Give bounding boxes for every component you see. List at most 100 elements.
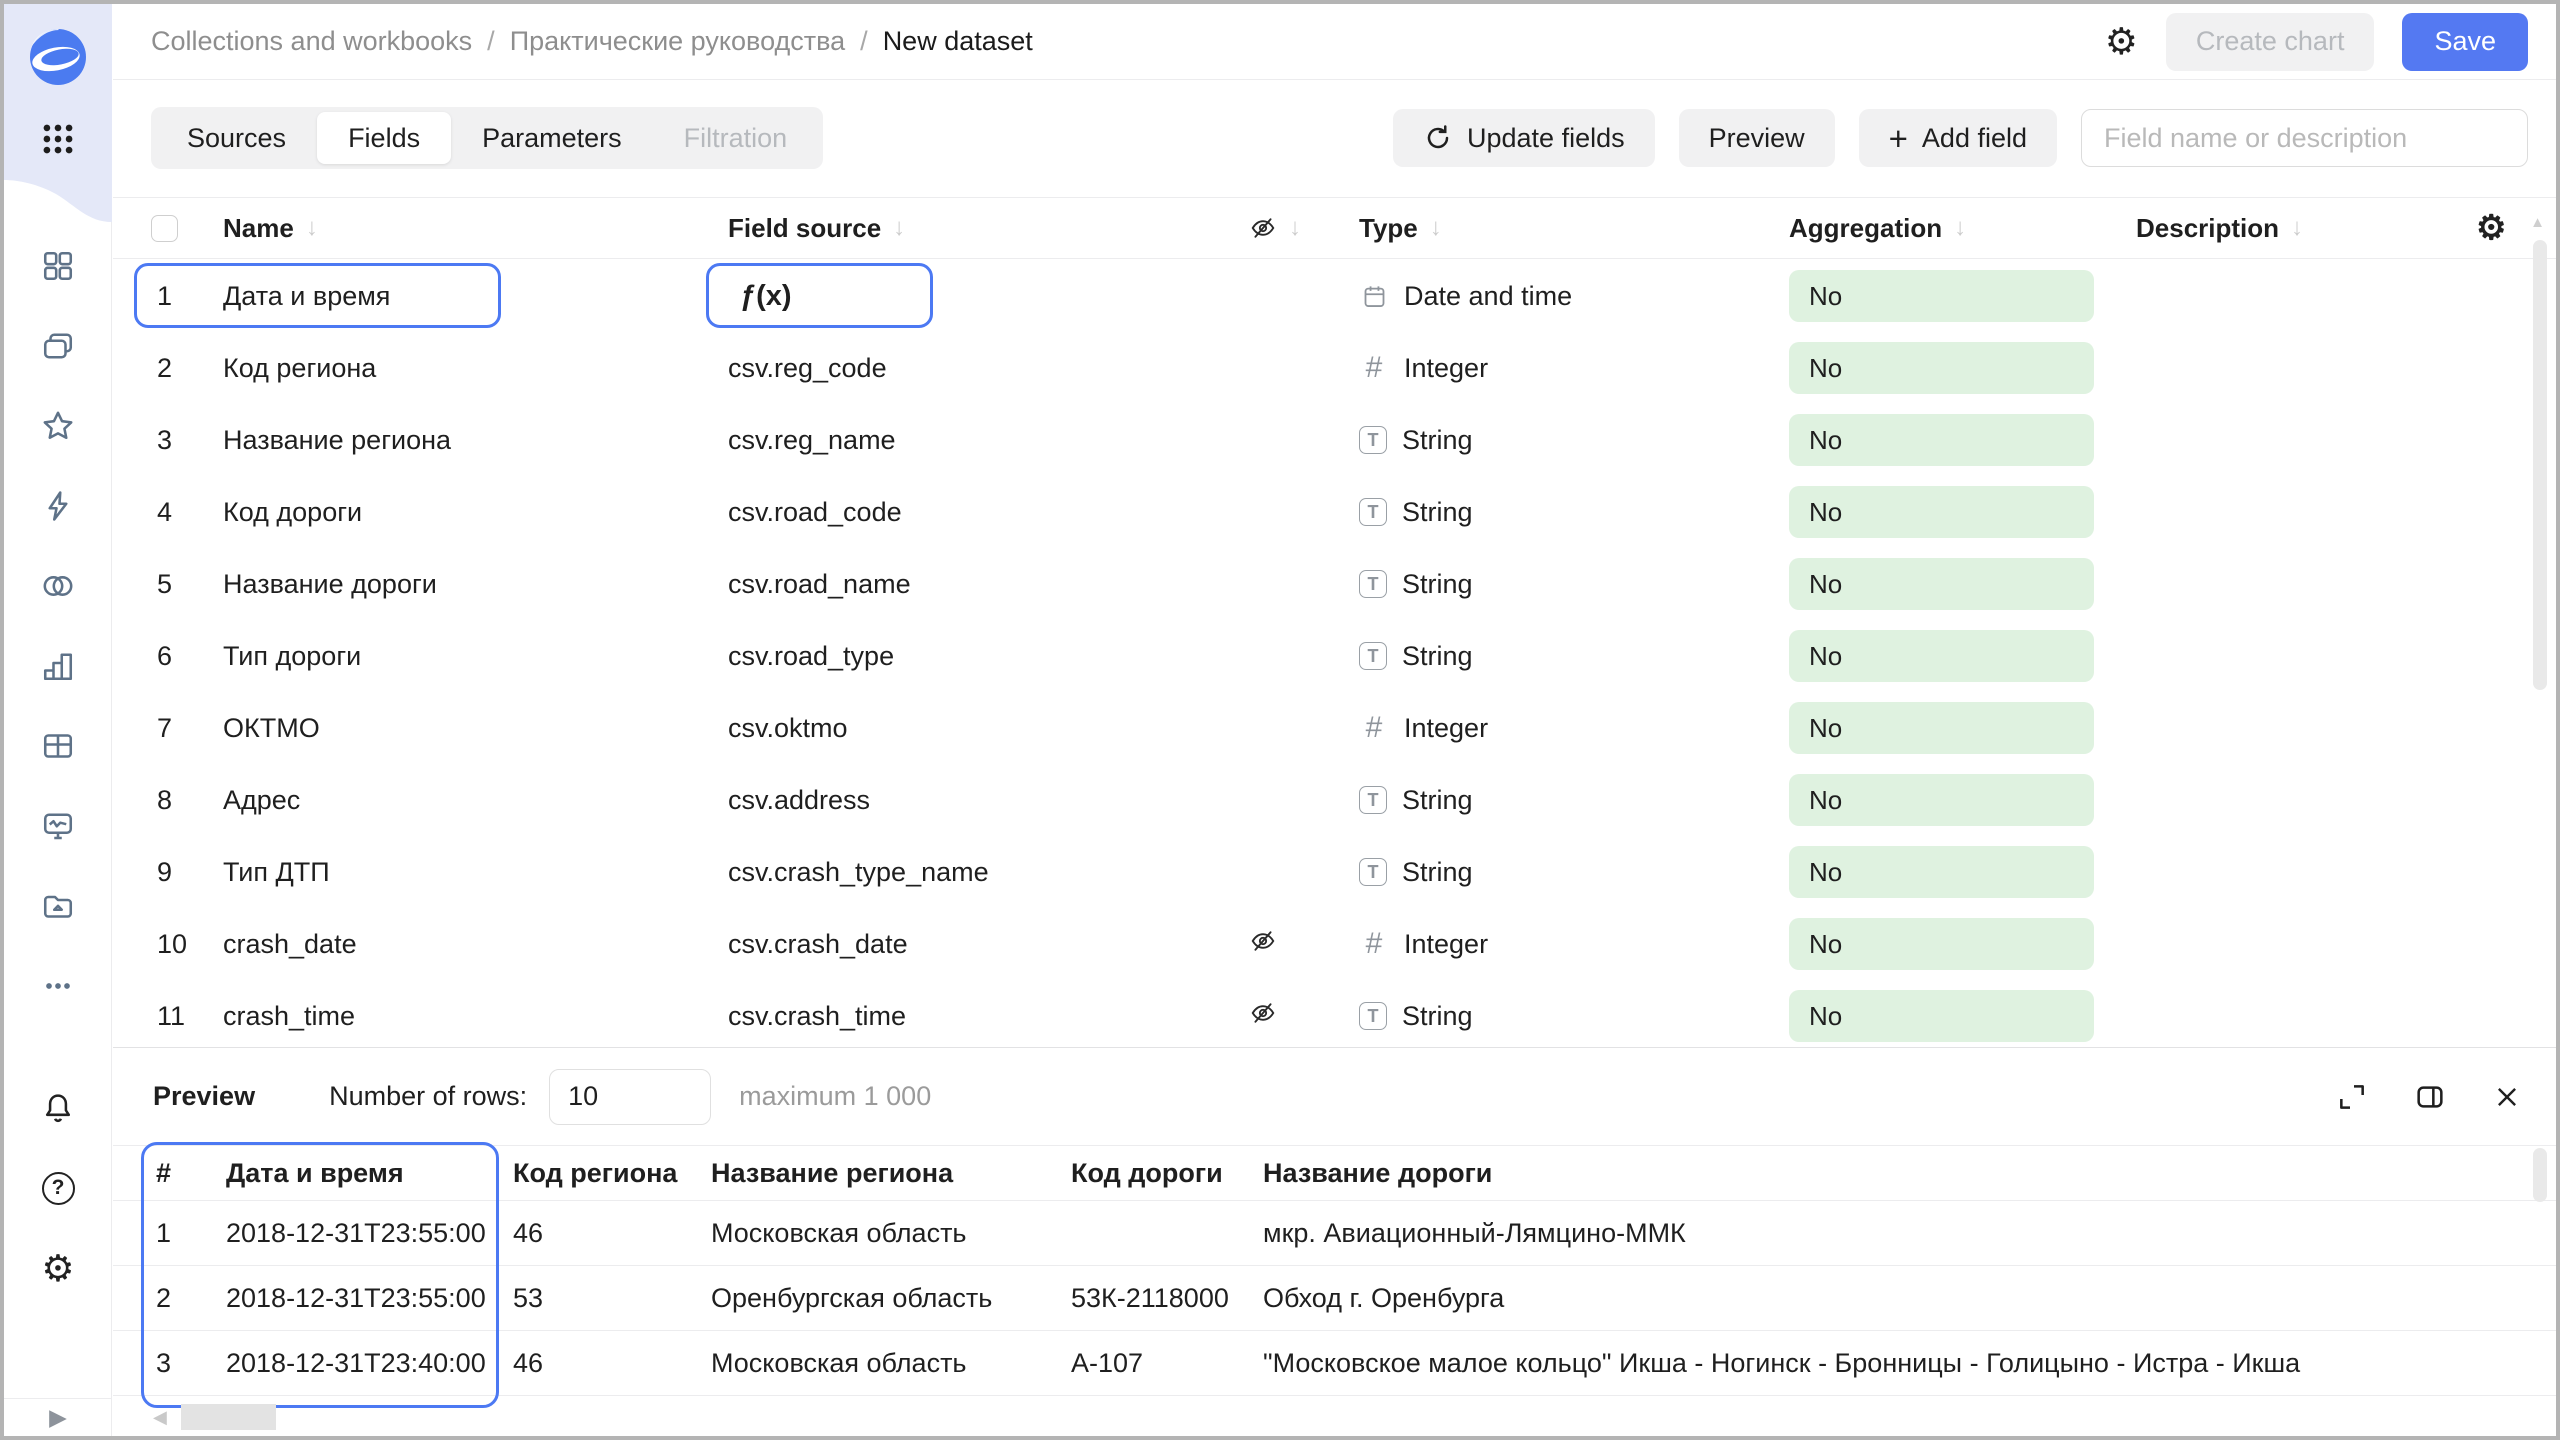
- field-row[interactable]: 5Название дорогиcsv.road_nameTStringNo: [113, 548, 2556, 620]
- fullscreen-icon[interactable]: [2336, 1081, 2368, 1113]
- aggregation-select[interactable]: No: [1789, 774, 2094, 826]
- field-name-cell[interactable]: Название дороги: [223, 569, 728, 600]
- column-header-hidden[interactable]: ↓: [1249, 214, 1359, 242]
- field-name-cell[interactable]: Тип ДТП: [223, 857, 728, 888]
- aggregation-select[interactable]: No: [1789, 270, 2094, 322]
- field-type-cell[interactable]: TString: [1359, 641, 1789, 672]
- aggregation-select[interactable]: No: [1789, 918, 2094, 970]
- field-search-input[interactable]: [2081, 109, 2528, 167]
- field-name-cell[interactable]: ОКТМО: [223, 713, 728, 744]
- column-header-description[interactable]: Description ↓: [2136, 213, 2438, 244]
- rows-count-input[interactable]: [549, 1069, 711, 1125]
- field-name-cell[interactable]: Тип дороги: [223, 641, 728, 672]
- expand-sidebar-button[interactable]: ▶: [4, 1398, 112, 1436]
- scroll-up-icon[interactable]: ▲: [2530, 214, 2545, 231]
- field-row[interactable]: 9Тип ДТПcsv.crash_type_nameTStringNo: [113, 836, 2556, 908]
- preview-vertical-scrollbar[interactable]: [2533, 1148, 2547, 1202]
- field-source-cell[interactable]: csv.road_type: [728, 641, 1249, 672]
- column-header-name[interactable]: Name ↓: [223, 213, 728, 244]
- field-row[interactable]: 1Дата и времяƒ(x)Date and timeNo: [113, 260, 2556, 332]
- update-fields-button[interactable]: Update fields: [1393, 109, 1655, 167]
- preview-column-header[interactable]: Код региона: [513, 1158, 711, 1189]
- field-source-cell[interactable]: csv.reg_code: [728, 353, 1249, 384]
- add-field-button[interactable]: + Add field: [1859, 109, 2057, 167]
- preview-column-header[interactable]: #: [156, 1158, 226, 1189]
- field-row[interactable]: 10crash_datecsv.crash_date#IntegerNo: [113, 908, 2556, 980]
- nav-storage-icon[interactable]: [4, 866, 112, 946]
- preview-toggle-button[interactable]: Preview: [1679, 109, 1835, 167]
- field-source-cell[interactable]: csv.crash_time: [728, 1001, 1249, 1032]
- aggregation-select[interactable]: No: [1789, 558, 2094, 610]
- field-name-cell[interactable]: Дата и время: [223, 281, 728, 312]
- nav-datasets-icon[interactable]: [4, 706, 112, 786]
- settings-icon[interactable]: ⚙: [41, 1248, 74, 1288]
- apps-grid-icon[interactable]: [39, 120, 77, 163]
- field-type-cell[interactable]: Date and time: [1359, 281, 1789, 312]
- nav-charts-icon[interactable]: [4, 626, 112, 706]
- preview-column-header[interactable]: Название региона: [711, 1158, 1071, 1189]
- field-type-cell[interactable]: TString: [1359, 785, 1789, 816]
- field-type-cell[interactable]: #Integer: [1359, 927, 1789, 961]
- create-chart-button[interactable]: Create chart: [2166, 13, 2375, 71]
- field-source-cell[interactable]: csv.road_code: [728, 497, 1249, 528]
- column-header-type[interactable]: Type ↓: [1359, 213, 1789, 244]
- field-name-cell[interactable]: Адрес: [223, 785, 728, 816]
- field-type-cell[interactable]: #Integer: [1359, 351, 1789, 385]
- nav-dashboards-icon[interactable]: [4, 226, 112, 306]
- aggregation-select[interactable]: No: [1789, 630, 2094, 682]
- preview-column-header[interactable]: Название дороги: [1263, 1158, 2556, 1189]
- aggregation-select[interactable]: No: [1789, 414, 2094, 466]
- field-type-cell[interactable]: #Integer: [1359, 711, 1789, 745]
- field-name-cell[interactable]: crash_date: [223, 929, 728, 960]
- scroll-left-icon[interactable]: ◀: [153, 1407, 167, 1428]
- column-header-aggregation[interactable]: Aggregation ↓: [1789, 213, 2136, 244]
- preview-column-header[interactable]: Код дороги: [1071, 1158, 1263, 1189]
- datalens-logo[interactable]: [29, 28, 87, 91]
- field-row[interactable]: 4Код дорогиcsv.road_codeTStringNo: [113, 476, 2556, 548]
- breadcrumb-item[interactable]: New dataset: [883, 26, 1033, 57]
- help-icon[interactable]: ?: [42, 1168, 75, 1208]
- tab-filtration[interactable]: Filtration: [653, 112, 819, 164]
- save-button[interactable]: Save: [2402, 13, 2528, 71]
- preview-column-header[interactable]: Дата и время: [226, 1158, 513, 1189]
- field-row[interactable]: 7ОКТМОcsv.oktmo#IntegerNo: [113, 692, 2556, 764]
- field-type-cell[interactable]: TString: [1359, 497, 1789, 528]
- field-row[interactable]: 6Тип дорогиcsv.road_typeTStringNo: [113, 620, 2556, 692]
- aggregation-select[interactable]: No: [1789, 342, 2094, 394]
- nav-monitoring-icon[interactable]: [4, 786, 112, 866]
- tab-parameters[interactable]: Parameters: [451, 112, 653, 164]
- field-name-cell[interactable]: Название региона: [223, 425, 728, 456]
- aggregation-select[interactable]: No: [1789, 846, 2094, 898]
- nav-collections-icon[interactable]: [4, 306, 112, 386]
- field-row[interactable]: 2Код регионаcsv.reg_code#IntegerNo: [113, 332, 2556, 404]
- field-type-cell[interactable]: TString: [1359, 425, 1789, 456]
- side-panel-icon[interactable]: [2414, 1081, 2446, 1113]
- field-source-cell[interactable]: csv.road_name: [728, 569, 1249, 600]
- nav-editor-icon[interactable]: [4, 466, 112, 546]
- nav-more-icon[interactable]: [4, 946, 112, 1026]
- select-all-checkbox[interactable]: [151, 215, 178, 242]
- field-name-cell[interactable]: Код региона: [223, 353, 728, 384]
- dataset-settings-icon[interactable]: ⚙: [2105, 23, 2138, 60]
- fields-vertical-scrollbar[interactable]: [2533, 240, 2547, 690]
- field-type-cell[interactable]: TString: [1359, 857, 1789, 888]
- column-header-field-source[interactable]: Field source ↓: [728, 213, 1249, 244]
- breadcrumb-item[interactable]: Практические руководства: [510, 26, 845, 57]
- field-source-cell[interactable]: csv.reg_name: [728, 425, 1249, 456]
- aggregation-select[interactable]: No: [1789, 990, 2094, 1042]
- field-source-cell[interactable]: ƒ(x): [728, 280, 1249, 313]
- aggregation-select[interactable]: No: [1789, 702, 2094, 754]
- tab-fields[interactable]: Fields: [317, 112, 451, 164]
- close-preview-icon[interactable]: [2492, 1082, 2522, 1112]
- field-type-cell[interactable]: TString: [1359, 569, 1789, 600]
- field-name-cell[interactable]: crash_time: [223, 1001, 728, 1032]
- field-type-cell[interactable]: TString: [1359, 1001, 1789, 1032]
- field-source-cell[interactable]: csv.crash_date: [728, 929, 1249, 960]
- field-row[interactable]: 11crash_timecsv.crash_timeTStringNo: [113, 980, 2556, 1047]
- table-settings-icon[interactable]: ⚙: [2476, 211, 2506, 245]
- field-name-cell[interactable]: Код дороги: [223, 497, 728, 528]
- breadcrumb-item[interactable]: Collections and workbooks: [151, 26, 472, 57]
- field-row[interactable]: 8Адресcsv.addressTStringNo: [113, 764, 2556, 836]
- field-source-cell[interactable]: csv.address: [728, 785, 1249, 816]
- field-source-cell[interactable]: csv.oktmo: [728, 713, 1249, 744]
